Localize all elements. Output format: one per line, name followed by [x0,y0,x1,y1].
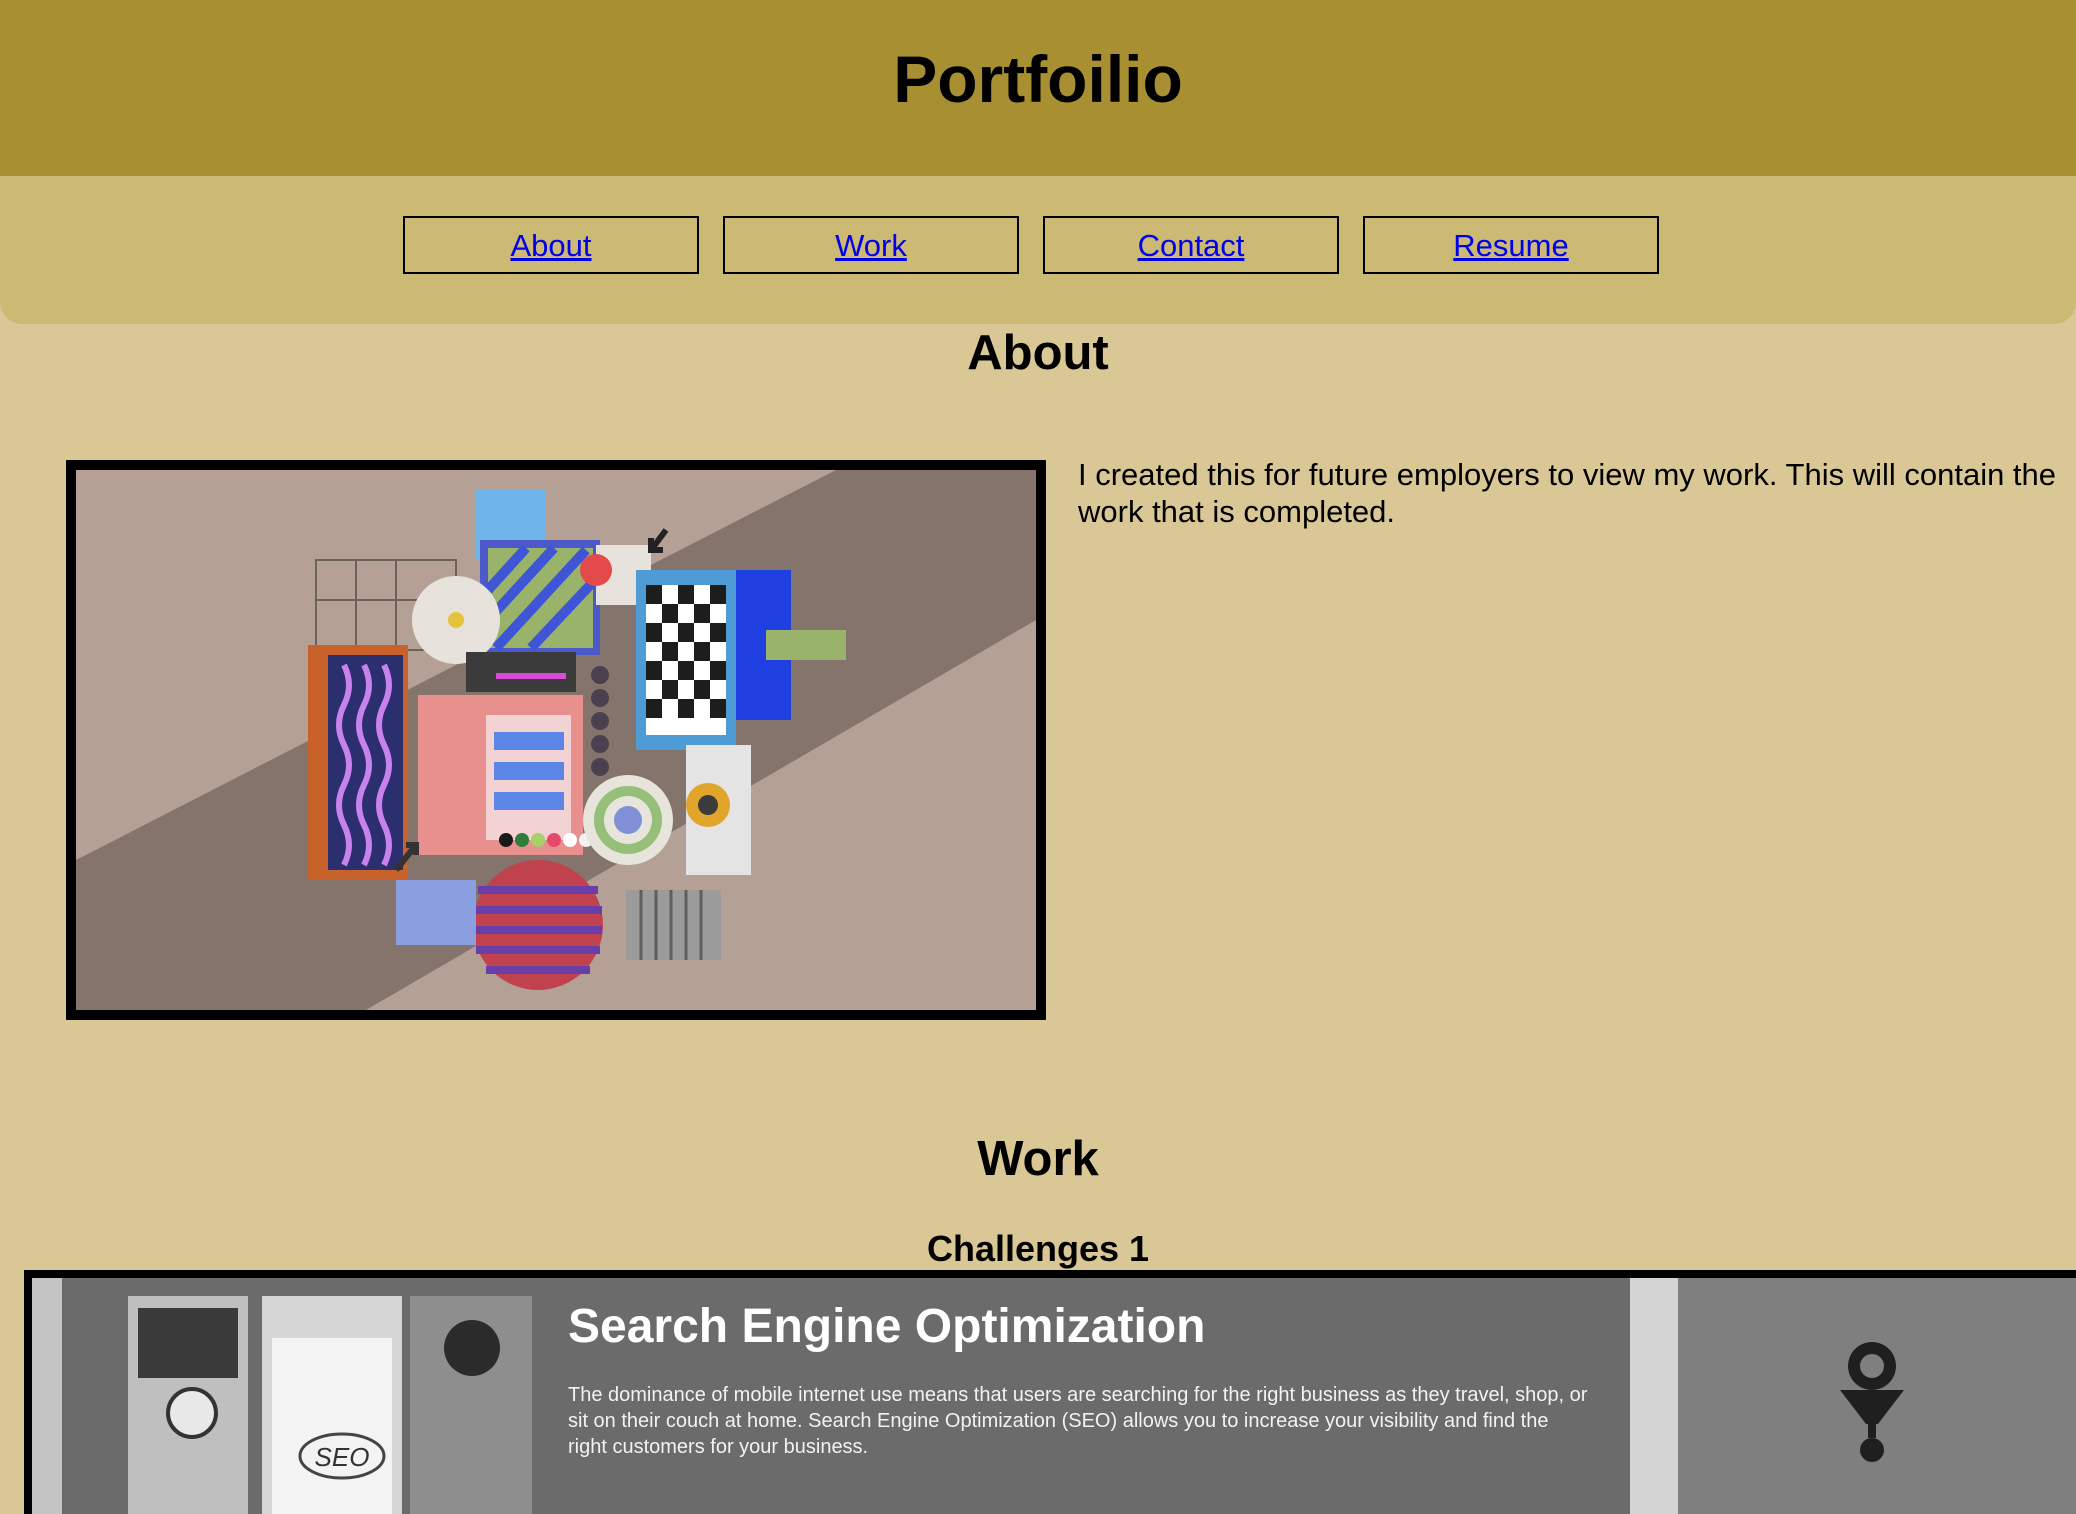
nav-link-about[interactable]: About [510,228,591,263]
seo-badge-text: SEO [315,1442,370,1472]
abstract-objects-illustration [76,470,1036,1010]
nav-link-contact[interactable]: Contact [1138,228,1245,263]
about-heading: About [967,326,1109,380]
seo-banner-screenshot: SEO Search Engine Optimization The domin… [32,1278,2076,1514]
nav-link-work[interactable]: Work [835,228,907,263]
page-title: Portfoilio [893,42,1183,116]
nav-item-contact[interactable]: Contact [1043,216,1339,274]
site-header: Portfoilio [0,0,2076,176]
nav-link-resume[interactable]: Resume [1453,228,1568,263]
about-image [66,460,1046,1020]
seo-heading-text: Search Engine Optimization [568,1300,1205,1353]
nav-item-resume[interactable]: Resume [1363,216,1659,274]
work-preview-image[interactable]: SEO Search Engine Optimization The domin… [24,1270,2076,1514]
challenge-title: Challenges 1 [926,1228,1150,1269]
nav-bar: About Work Contact Resume [0,176,2076,324]
seo-body-text: The dominance of mobile internet use mea… [568,1384,1588,1458]
nav-item-work[interactable]: Work [723,216,1019,274]
work-heading: Work [977,1132,1099,1186]
nav-item-about[interactable]: About [403,216,699,274]
about-description: I created this for future employers to v… [1078,457,2057,529]
